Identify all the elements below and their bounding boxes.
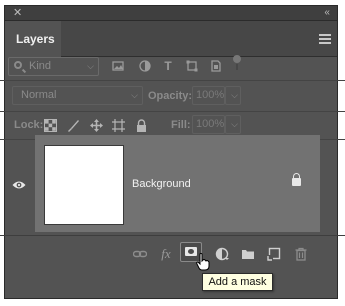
- eye-icon[interactable]: [12, 177, 26, 189]
- divider: [0, 111, 345, 112]
- chevron-down-icon[interactable]: ⌵: [225, 115, 241, 134]
- type-layer-filter-icon[interactable]: T: [162, 60, 174, 72]
- shape-layer-filter-icon[interactable]: [186, 60, 198, 72]
- panel-title-bar: ✕ ‹‹: [5, 6, 337, 21]
- fx-icon[interactable]: fx: [159, 247, 173, 261]
- delete-icon[interactable]: [294, 247, 308, 261]
- chevron-down-icon[interactable]: ⌵: [225, 86, 241, 105]
- tab-layers[interactable]: Layers: [5, 21, 61, 57]
- bottom-bar-divider: [0, 235, 345, 236]
- panel-menu-icon[interactable]: [319, 34, 331, 44]
- collapse-icon[interactable]: ‹‹: [324, 6, 330, 20]
- chevron-down-icon: ⌵: [87, 61, 94, 71]
- filter-kind-label: Kind: [29, 60, 52, 72]
- opacity-value: 100%: [196, 89, 225, 101]
- opacity-field[interactable]: 100% ⌵: [192, 86, 241, 105]
- adjustment-layer-icon[interactable]: [215, 247, 229, 261]
- lock-all-icon[interactable]: [135, 119, 148, 132]
- pixel-layer-filter-icon[interactable]: [112, 60, 124, 72]
- close-icon[interactable]: ✕: [13, 6, 22, 20]
- fill-field[interactable]: 100% ⌵: [192, 115, 241, 134]
- layer-thumbnail[interactable]: [44, 145, 124, 225]
- fill-value: 100%: [196, 118, 225, 130]
- lock-image-pixels-icon[interactable]: [67, 119, 80, 132]
- panel-tab-row: Layers: [5, 21, 337, 57]
- chevron-down-icon: ⌵: [131, 90, 138, 100]
- tooltip: Add a mask: [202, 273, 273, 291]
- hand-cursor-icon: [196, 253, 210, 271]
- link-layers-icon[interactable]: [132, 247, 148, 261]
- lock-artboard-icon[interactable]: [112, 119, 125, 132]
- adjustment-layer-filter-icon[interactable]: [139, 60, 151, 72]
- fill-label: Fill:: [171, 119, 191, 131]
- layer-name[interactable]: Background: [132, 178, 191, 190]
- smart-object-filter-icon[interactable]: [210, 60, 222, 72]
- filter-kind-select[interactable]: Kind ⌵: [8, 57, 99, 76]
- filter-toggle[interactable]: [233, 55, 241, 71]
- lock-icon[interactable]: [292, 173, 301, 186]
- new-layer-icon[interactable]: [267, 247, 281, 261]
- blend-mode-select[interactable]: Normal ⌵: [12, 86, 143, 105]
- search-icon: [14, 61, 22, 69]
- blend-mode-value: Normal: [21, 89, 57, 101]
- lock-label: Lock:: [14, 119, 44, 131]
- divider: [0, 80, 345, 81]
- folder-icon[interactable]: [241, 247, 255, 261]
- opacity-label: Opacity:: [148, 90, 193, 102]
- lock-position-icon[interactable]: [90, 119, 103, 132]
- lock-transparent-pixels-icon[interactable]: [44, 119, 57, 132]
